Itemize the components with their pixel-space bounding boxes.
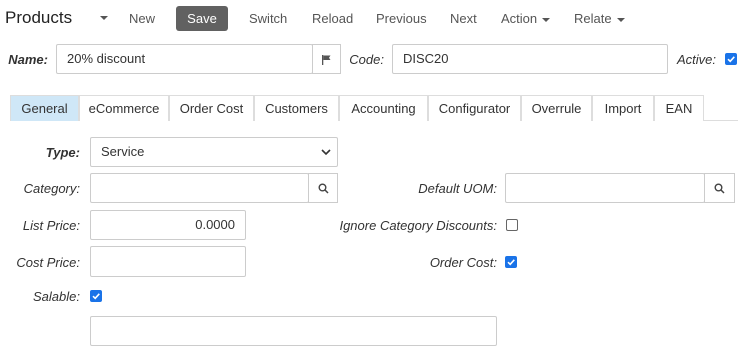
- order-cost-label: Order Cost:: [429, 255, 497, 270]
- chevron-down-icon: [100, 15, 108, 20]
- chevron-down-icon: [542, 17, 551, 22]
- action-label: Action: [501, 11, 538, 26]
- checkmark-icon: [507, 259, 515, 266]
- save-button[interactable]: Save: [176, 6, 228, 31]
- flag-icon: [322, 54, 331, 65]
- new-button[interactable]: New: [129, 11, 155, 26]
- translate-button[interactable]: [312, 44, 341, 74]
- description-field[interactable]: [90, 316, 497, 346]
- ignore-category-discounts-label: Ignore Category Discounts:: [339, 218, 497, 233]
- tab-accounting[interactable]: Accounting: [339, 95, 428, 121]
- category-search-button[interactable]: [308, 173, 338, 203]
- ignore-category-discounts-checkbox[interactable]: [506, 219, 518, 231]
- search-icon: [714, 183, 725, 194]
- tab-overrule[interactable]: Overrule: [521, 95, 592, 121]
- list-price-field[interactable]: 0.0000: [90, 210, 246, 240]
- tab-customers[interactable]: Customers: [254, 95, 339, 121]
- chevron-down-icon: [321, 149, 331, 156]
- name-field[interactable]: 20% discount: [56, 44, 313, 74]
- checkmark-icon: [92, 293, 100, 300]
- relate-label: Relate: [574, 11, 612, 26]
- tab-ean[interactable]: EAN: [654, 95, 704, 121]
- tab-ecommerce[interactable]: eCommerce: [79, 95, 169, 121]
- cost-price-field[interactable]: [90, 246, 246, 277]
- category-field[interactable]: [90, 173, 309, 203]
- code-field[interactable]: DISC20: [392, 44, 668, 74]
- salable-label: Salable:: [33, 289, 80, 304]
- default-uom-search-button[interactable]: [704, 173, 735, 203]
- chevron-down-icon: [616, 17, 625, 22]
- active-label: Active:: [676, 52, 716, 67]
- type-select-value: Service: [101, 144, 145, 159]
- tab-configurator[interactable]: Configurator: [428, 95, 521, 121]
- default-uom-field[interactable]: [505, 173, 705, 203]
- active-checkbox[interactable]: [725, 53, 737, 65]
- reload-button[interactable]: Reload: [312, 11, 353, 26]
- code-label: Code:: [349, 52, 384, 67]
- tab-general[interactable]: General: [10, 95, 79, 121]
- salable-checkbox[interactable]: [90, 290, 102, 302]
- type-select[interactable]: Service: [90, 137, 338, 167]
- previous-button[interactable]: Previous: [376, 11, 427, 26]
- tab-order-cost[interactable]: Order Cost: [169, 95, 254, 121]
- default-uom-label: Default UOM:: [418, 181, 497, 196]
- category-label: Category:: [23, 181, 80, 196]
- type-label: Type:: [45, 145, 80, 160]
- page-title: Products: [5, 8, 73, 27]
- order-cost-checkbox[interactable]: [505, 256, 517, 268]
- cost-price-label: Cost Price:: [16, 255, 80, 270]
- switch-button[interactable]: Switch: [249, 11, 287, 26]
- checkmark-icon: [727, 56, 735, 63]
- list-price-label: List Price:: [22, 218, 80, 233]
- name-label: Name:: [8, 52, 48, 67]
- relate-menu-button[interactable]: Relate: [574, 11, 625, 26]
- action-menu-button[interactable]: Action: [501, 11, 551, 26]
- title-menu-button[interactable]: [95, 9, 108, 24]
- next-button[interactable]: Next: [450, 11, 477, 26]
- search-icon: [318, 183, 329, 194]
- tab-import[interactable]: Import: [592, 95, 654, 121]
